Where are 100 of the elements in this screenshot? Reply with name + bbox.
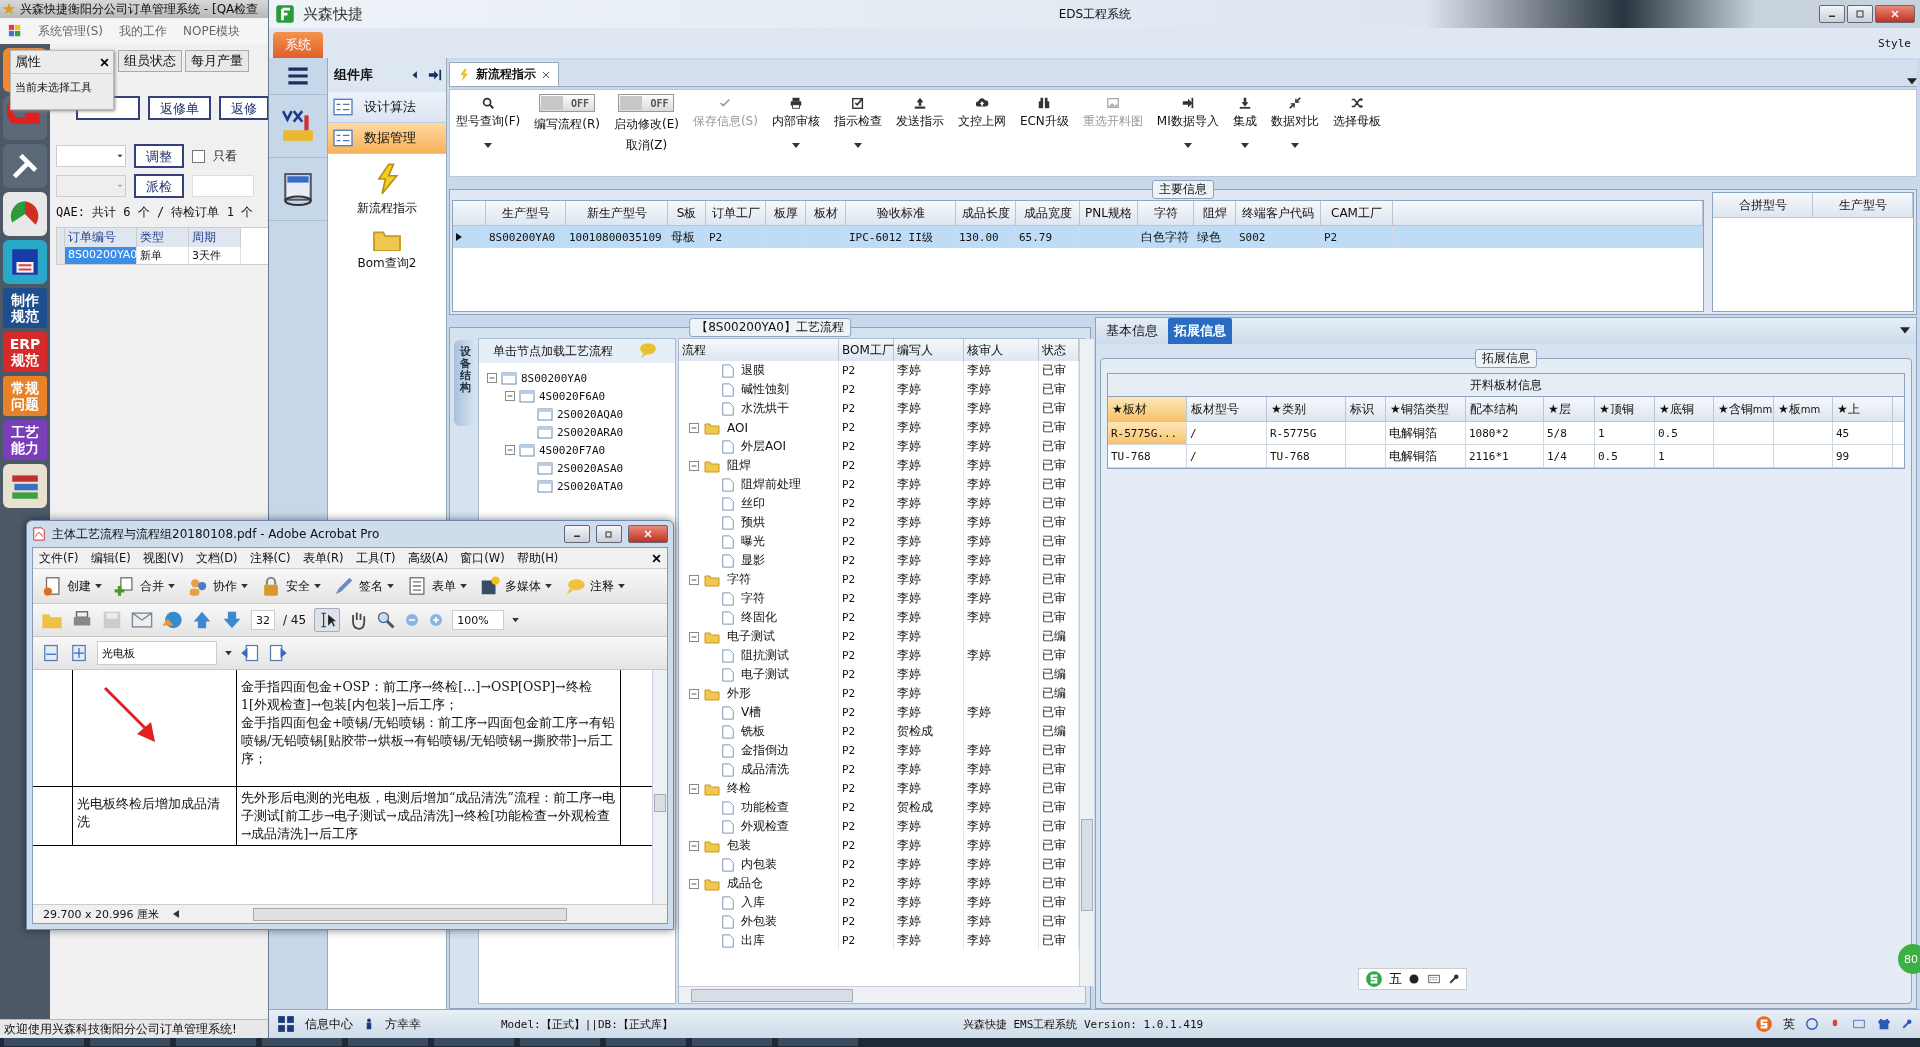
expander-icon[interactable]: [505, 391, 515, 401]
dropdown-field[interactable]: [56, 145, 126, 167]
step-name[interactable]: 包装: [727, 837, 751, 854]
tree-item[interactable]: 2S0020ATA0: [557, 479, 624, 493]
collapse-icon[interactable]: [410, 70, 420, 80]
column-header[interactable]: 配本结构: [1466, 397, 1544, 422]
step-name[interactable]: 功能检查: [741, 799, 789, 816]
tree-item[interactable]: 8S00200YA0: [521, 371, 588, 385]
expander-icon[interactable]: [689, 422, 699, 433]
step-name[interactable]: 水洗烘干: [741, 400, 789, 417]
toolbar-button[interactable]: 安全: [260, 575, 321, 597]
tree-item[interactable]: 2S0020ASA0: [557, 461, 624, 475]
library-item[interactable]: 数据管理: [328, 123, 446, 154]
step-name[interactable]: 退膜: [741, 362, 765, 379]
tool-label[interactable]: Bom查询2: [357, 255, 417, 272]
expander-icon[interactable]: [689, 574, 699, 585]
toolbar-button[interactable]: ECN升级: [1019, 94, 1069, 130]
toggle-switch[interactable]: OFF: [618, 94, 675, 112]
menu-item[interactable]: 文件(F): [39, 550, 79, 566]
toolbar-button[interactable]: 型号查询(F): [456, 94, 521, 149]
toolbar-button[interactable]: 注释: [564, 575, 625, 597]
document-tab[interactable]: 新流程指示: [449, 62, 559, 86]
step-name[interactable]: 阻焊前处理: [741, 476, 801, 493]
step-name[interactable]: 终固化: [741, 609, 777, 626]
expander-icon[interactable]: [689, 840, 699, 851]
menu-item[interactable]: 帮助(H): [516, 550, 559, 566]
expander-icon[interactable]: [689, 878, 699, 889]
step-name[interactable]: 成品清洗: [741, 761, 789, 778]
menu-item[interactable]: 工具(T): [355, 550, 396, 566]
toolbar-button[interactable]: 指示检查: [833, 94, 882, 149]
left-arrow-icon[interactable]: [173, 910, 179, 918]
tab[interactable]: 每月产量: [185, 50, 249, 72]
scrollbar[interactable]: [1079, 339, 1094, 986]
status-item[interactable]: 信息中心: [305, 1015, 353, 1033]
step-name[interactable]: 显影: [741, 552, 765, 569]
menu-icon[interactable]: [285, 65, 311, 87]
column-header[interactable]: ★板材: [1108, 397, 1187, 422]
toolbar-button[interactable]: 协作: [187, 575, 248, 597]
close-button[interactable]: [628, 525, 668, 543]
step-name[interactable]: 预烘: [741, 514, 765, 531]
expander-icon[interactable]: [689, 631, 699, 642]
expander-icon[interactable]: [689, 688, 699, 699]
step-name[interactable]: 阻焊: [727, 457, 751, 474]
tree-item[interactable]: 2S0020ARA0: [557, 425, 624, 439]
step-name[interactable]: 电子测试: [727, 628, 775, 645]
column-header[interactable]: ★层: [1544, 397, 1595, 422]
step-name[interactable]: 字符: [727, 571, 751, 588]
step-name[interactable]: 外形: [727, 685, 751, 702]
zoom-tool-icon[interactable]: [376, 610, 397, 630]
tree-item[interactable]: 4S0020F7A0: [539, 443, 606, 457]
globe-icon[interactable]: [161, 609, 183, 631]
tool-label[interactable]: 新流程指示: [357, 200, 417, 217]
dispatch-button[interactable]: 派检: [134, 174, 184, 198]
menu-item[interactable]: 文档(D): [195, 550, 238, 566]
library-item[interactable]: 设计算法: [328, 92, 446, 123]
next-result-icon[interactable]: [268, 643, 288, 663]
column-header[interactable]: ★顶铜: [1595, 397, 1655, 422]
dropdown-field[interactable]: [56, 175, 126, 197]
menu-item[interactable]: 注释(C): [249, 550, 291, 566]
menu-item[interactable]: 表单(R): [302, 550, 344, 566]
step-name[interactable]: 出库: [741, 932, 765, 949]
close-icon[interactable]: [100, 57, 109, 67]
scrollbar[interactable]: [253, 907, 567, 921]
step-name[interactable]: 碱性蚀刻: [741, 381, 789, 398]
menu-item[interactable]: 系统管理(S): [38, 22, 103, 40]
side-tab[interactable]: 设备结构: [454, 340, 476, 426]
step-name[interactable]: 曝光: [741, 533, 765, 550]
maximize-button[interactable]: [596, 525, 622, 543]
column-header[interactable]: ★上: [1833, 397, 1893, 422]
step-name[interactable]: AOI: [727, 420, 748, 435]
minimize-button[interactable]: [1819, 5, 1845, 23]
column-header[interactable]: ★类别: [1267, 397, 1346, 422]
zoom-out-icon[interactable]: [404, 612, 421, 628]
column-header[interactable]: 板材型号: [1187, 397, 1267, 422]
page-field[interactable]: 32: [251, 610, 275, 630]
column-header[interactable]: ★底铜: [1655, 397, 1714, 422]
toolbar-button[interactable]: 数据对比: [1270, 94, 1319, 149]
input-field[interactable]: [192, 175, 254, 197]
step-name[interactable]: 外观检查: [741, 818, 789, 835]
checkbox[interactable]: [192, 149, 205, 163]
tree-item[interactable]: 2S0020AQA0: [557, 407, 624, 421]
toolbar-button[interactable]: 签名: [333, 575, 394, 597]
factory-icon[interactable]: [281, 109, 315, 143]
toolbar-button[interactable]: 多媒体: [479, 575, 552, 597]
down-arrow-icon[interactable]: [221, 609, 243, 631]
calculator-icon[interactable]: [281, 172, 315, 206]
step-name[interactable]: 入库: [741, 894, 765, 911]
nav-tile[interactable]: 制作规范: [3, 288, 47, 328]
toggle-switch[interactable]: OFF: [539, 94, 596, 112]
tab[interactable]: 基本信息: [1100, 318, 1164, 344]
step-name[interactable]: 外包装: [741, 913, 777, 930]
toolbar-button[interactable]: 集成: [1232, 94, 1257, 149]
maximize-button[interactable]: [1847, 5, 1873, 23]
toolbar-button[interactable]: MI数据导入: [1156, 94, 1219, 149]
sign-in-icon[interactable]: [428, 68, 442, 82]
fit-page-icon[interactable]: [69, 643, 89, 663]
step-name[interactable]: V槽: [741, 704, 762, 721]
toolbar-button[interactable]: 表单: [406, 575, 467, 597]
nav-tile[interactable]: 工艺能力: [3, 420, 47, 460]
toolbar-button[interactable]: 内部审核: [771, 94, 820, 149]
